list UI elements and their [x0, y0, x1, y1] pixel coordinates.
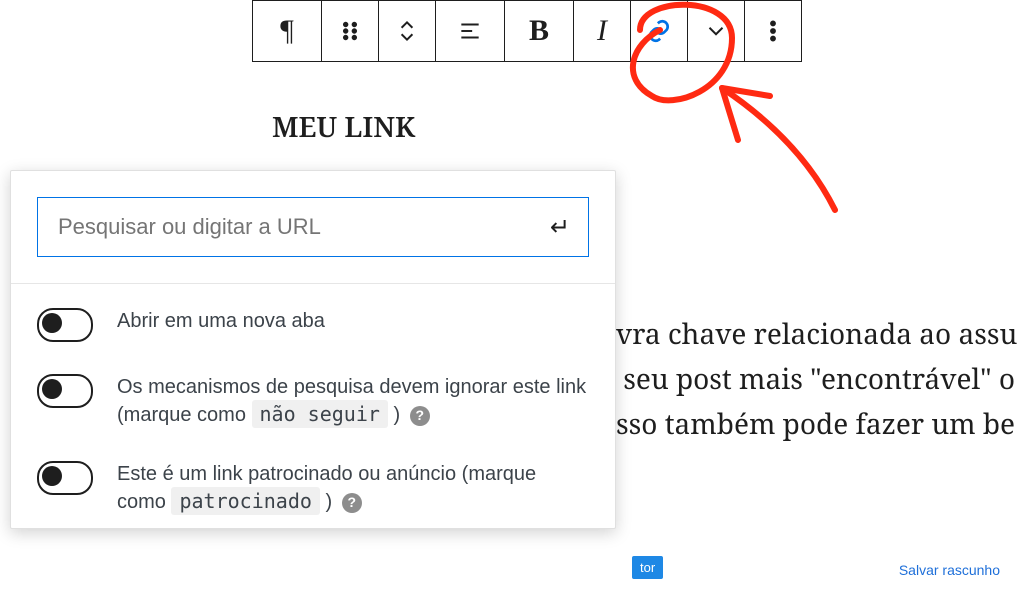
move-block-button[interactable]: [379, 1, 436, 61]
nofollow-label: Os mecanismos de pesquisa devem ignorar …: [117, 374, 589, 429]
open-new-tab-option: Abrir em uma nova aba: [37, 308, 589, 342]
submit-url-icon[interactable]: ↵: [550, 213, 570, 242]
open-new-tab-toggle[interactable]: [37, 308, 93, 342]
open-new-tab-label: Abrir em uma nova aba: [117, 308, 325, 335]
url-input-wrapper: ↵: [37, 197, 589, 257]
sponsored-toggle[interactable]: [37, 461, 93, 495]
more-options-button[interactable]: [745, 1, 801, 61]
sponsored-option: Este é um link patrocinado ou anúncio (m…: [37, 461, 589, 516]
sponsored-help-icon[interactable]: ?: [342, 493, 362, 513]
drag-handle-button[interactable]: [322, 1, 379, 61]
nofollow-help-icon[interactable]: ?: [410, 406, 430, 426]
sponsored-label: Este é um link patrocinado ou anúncio (m…: [117, 461, 589, 516]
nofollow-toggle[interactable]: [37, 374, 93, 408]
save-draft-link[interactable]: Salvar rascunho: [899, 562, 1000, 578]
more-rich-text-button[interactable]: [688, 1, 745, 61]
link-popover: ↵ Abrir em uma nova aba Os mecanismos de…: [10, 170, 616, 529]
link-button[interactable]: [631, 1, 688, 61]
align-button[interactable]: [436, 1, 505, 61]
nofollow-option: Os mecanismos de pesquisa devem ignorar …: [37, 374, 589, 429]
chevron-up-down-icon: [394, 18, 420, 44]
italic-icon: I: [597, 14, 607, 48]
kebab-icon: [760, 18, 786, 44]
bold-button[interactable]: B: [505, 1, 574, 61]
paragraph-block-button[interactable]: ¶: [253, 1, 322, 61]
chevron-down-icon: [703, 18, 729, 44]
paragraph-text-fragment[interactable]: vra chave relacionada ao assu seu post m…: [616, 312, 1017, 446]
nofollow-code-tag: não seguir: [252, 400, 388, 428]
drag-handle-icon: [337, 18, 363, 44]
url-input[interactable]: [56, 213, 550, 241]
paragraph-icon: ¶: [280, 14, 294, 48]
link-icon: [646, 18, 672, 44]
align-icon: [457, 18, 483, 44]
link-options: Abrir em uma nova aba Os mecanismos de p…: [11, 284, 615, 528]
bold-icon: B: [529, 14, 549, 48]
sponsored-code-tag: patrocinado: [171, 487, 319, 515]
link-anchor-text[interactable]: MEU LINK: [272, 108, 415, 146]
editor-chip[interactable]: tor: [632, 556, 663, 579]
italic-button[interactable]: I: [574, 1, 631, 61]
block-toolbar: ¶ B I: [252, 0, 802, 62]
